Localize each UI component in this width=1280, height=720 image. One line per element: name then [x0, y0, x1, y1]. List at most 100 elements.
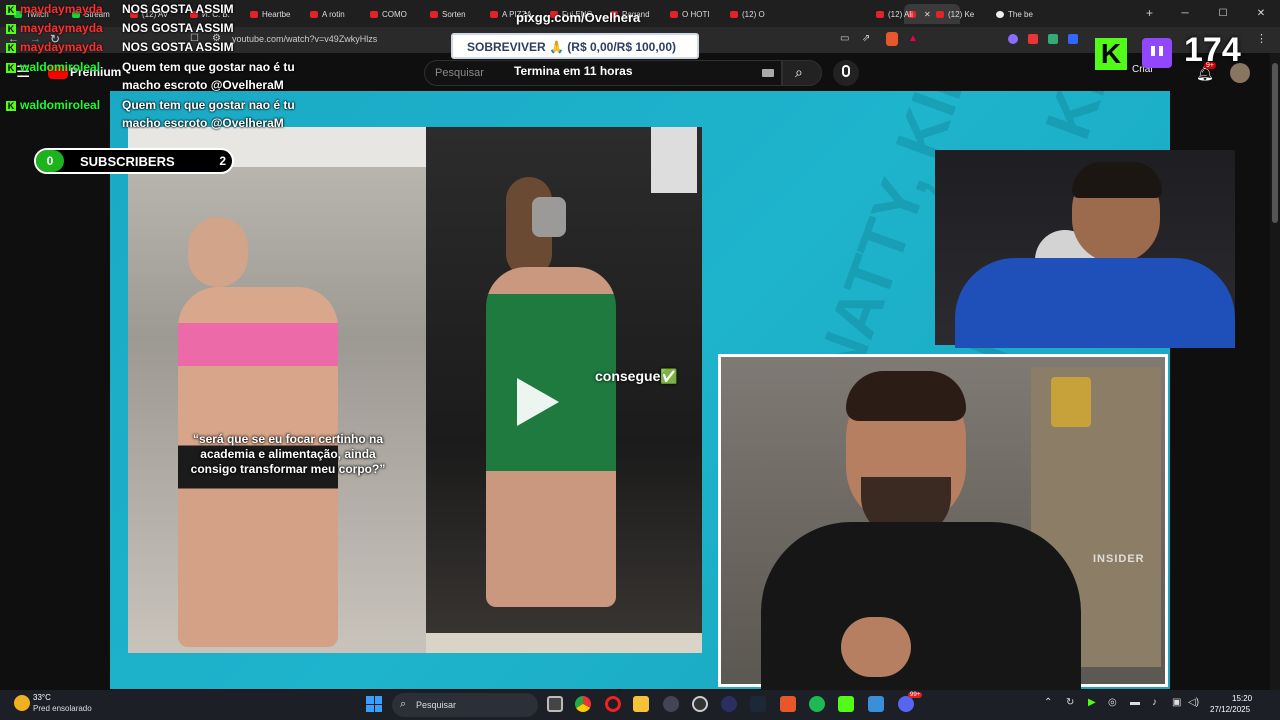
keyboard-icon[interactable] — [762, 69, 774, 77]
minimize-icon[interactable]: ─ — [1166, 0, 1204, 27]
brave-shield-icon[interactable] — [886, 32, 898, 46]
twitch-eye-icon — [1159, 46, 1163, 56]
phone-icon — [532, 197, 566, 237]
app-icon[interactable] — [663, 696, 679, 712]
discord-icon[interactable] — [898, 696, 914, 712]
file-explorer-icon[interactable] — [633, 696, 649, 712]
clock-time[interactable]: 15:20 — [1232, 694, 1252, 703]
browser-tab[interactable]: O HOTI — [670, 4, 724, 24]
tray-app-icon[interactable]: ◎ — [1108, 697, 1117, 708]
person-head — [188, 217, 248, 287]
extension-icon[interactable] — [1048, 34, 1058, 44]
brave-rewards-icon[interactable]: ▲ — [908, 33, 918, 44]
chat-text: Quem tem que gostar nao é tu — [122, 60, 295, 74]
window-controls: ─ ☐ ✕ — [1166, 0, 1280, 27]
video-caption-right: consegue✅ — [595, 368, 678, 384]
chat-username: waldomiroleal — [20, 98, 101, 112]
close-icon[interactable]: ✕ — [1242, 0, 1280, 27]
browser-tab[interactable]: (12) Ali — [876, 4, 930, 24]
discord-badge: 99+ — [908, 692, 923, 698]
youtube-icon — [730, 10, 738, 18]
tray-overflow-icon[interactable]: ⌃ — [1044, 697, 1052, 708]
youtube-icon — [490, 10, 498, 18]
weather-description[interactable]: Pred ensolarado — [33, 704, 92, 713]
chat-text: Quem tem que gostar nao é tu — [122, 98, 295, 112]
steam-icon[interactable] — [750, 696, 766, 712]
browser-tab[interactable]: Heartbe — [250, 4, 304, 24]
browser-tab[interactable]: Sorten — [430, 4, 484, 24]
extension-icon[interactable] — [1028, 34, 1038, 44]
chat-message: Kwaldomiroleal — [6, 98, 100, 112]
tray-app-icon[interactable]: ▬ — [1130, 697, 1140, 708]
scrollbar[interactable] — [1270, 53, 1280, 690]
browser-tab-label: (12) Ke — [948, 9, 975, 19]
browser-tab[interactable]: (12) Ke — [936, 4, 990, 24]
app-icon[interactable] — [721, 696, 737, 712]
chat-message: Kwaldomiroleal — [6, 60, 100, 74]
windows-taskbar: 33°C Pred ensolarado ⌕ Pesquisar 99+ ⌃ ↻… — [0, 690, 1280, 720]
video-caption-left: “será que se eu focar certinho na academ… — [190, 432, 386, 476]
volume-icon[interactable]: ◁) — [1188, 697, 1199, 708]
extension-icon[interactable] — [1008, 34, 1018, 44]
kick-icon[interactable] — [838, 696, 854, 712]
chat-username: maydaymayda — [20, 40, 103, 54]
opera-icon[interactable] — [605, 696, 621, 712]
microphone-icon — [842, 65, 850, 77]
search-icon: ⌕ — [795, 64, 803, 80]
browser-tab-label: (12) Ali — [888, 9, 913, 19]
youtube-icon — [936, 10, 944, 18]
kick-badge-icon: K — [6, 62, 16, 73]
voice-search-button[interactable] — [833, 60, 859, 86]
search-icon: ⌕ — [400, 698, 407, 710]
menu-icon[interactable]: ⋮ — [1256, 32, 1267, 45]
clock-date[interactable]: 27/12/2025 — [1210, 705, 1250, 714]
browser-tab-label: COMO — [382, 9, 407, 19]
subscriber-goal-label: SUBSCRIBERS — [80, 154, 175, 169]
taskbar-search[interactable]: ⌕ Pesquisar — [392, 693, 538, 717]
maximize-icon[interactable]: ☐ — [1204, 0, 1242, 27]
chrome-icon[interactable] — [575, 696, 591, 712]
extension-icon[interactable] — [1068, 34, 1078, 44]
white-icon — [996, 10, 1004, 18]
tray-app-icon[interactable]: ↻ — [1066, 697, 1074, 708]
network-icon[interactable]: ▣ — [1172, 697, 1181, 708]
play-icon[interactable] — [517, 378, 559, 426]
browser-tab-label: O HOTI — [682, 9, 710, 19]
brave-icon[interactable] — [780, 696, 796, 712]
weather-temperature[interactable]: 33°C — [33, 693, 51, 702]
browser-tab[interactable]: A rotin — [310, 4, 364, 24]
browser-tab-label: Sorten — [442, 9, 466, 19]
browser-tab[interactable]: (12) O — [730, 4, 784, 24]
host-video-inset: INSIDER — [718, 354, 1168, 692]
new-tab-icon[interactable]: + — [1146, 6, 1153, 20]
spotify-icon[interactable] — [809, 696, 825, 712]
tray-app-icon[interactable]: ▶ — [1088, 697, 1096, 708]
cast-icon[interactable]: ▭ — [840, 33, 849, 44]
twitch-eye-icon — [1151, 46, 1155, 56]
streamer-webcam — [935, 150, 1235, 348]
host-shirt — [761, 522, 1081, 692]
start-button[interactable] — [366, 696, 382, 712]
url-field[interactable]: youtube.com/watch?v=v49ZwkyHlzs — [232, 34, 377, 44]
kick-badge-icon: K — [6, 42, 16, 53]
browser-tab[interactable]: The be — [996, 4, 1050, 24]
task-view-icon[interactable] — [547, 696, 563, 712]
chat-message: Kmaydaymayda — [6, 2, 103, 16]
scrollbar-thumb[interactable] — [1272, 63, 1278, 223]
microphone-icon[interactable]: ♪ — [1152, 697, 1157, 708]
video-left-panel: “será que se eu focar certinho na academ… — [128, 127, 426, 653]
browser-tab-label: Heartbe — [262, 9, 291, 19]
github-icon[interactable] — [692, 696, 708, 712]
youtube-icon — [876, 10, 884, 18]
chat-username: maydaymayda — [20, 21, 103, 35]
browser-tab-label: The be — [1008, 9, 1033, 19]
browser-tab[interactable]: COMO — [370, 4, 424, 24]
chat-message: Kmaydaymayda — [6, 40, 103, 54]
weather-icon[interactable] — [14, 695, 30, 711]
play-button-award-icon — [1051, 377, 1091, 427]
streamer-hair — [1072, 162, 1162, 198]
share-icon[interactable]: ⇗ — [862, 33, 870, 44]
app-icon[interactable] — [868, 696, 884, 712]
insider-sign: INSIDER — [1093, 553, 1145, 565]
search-button[interactable]: ⌕ — [782, 60, 822, 86]
